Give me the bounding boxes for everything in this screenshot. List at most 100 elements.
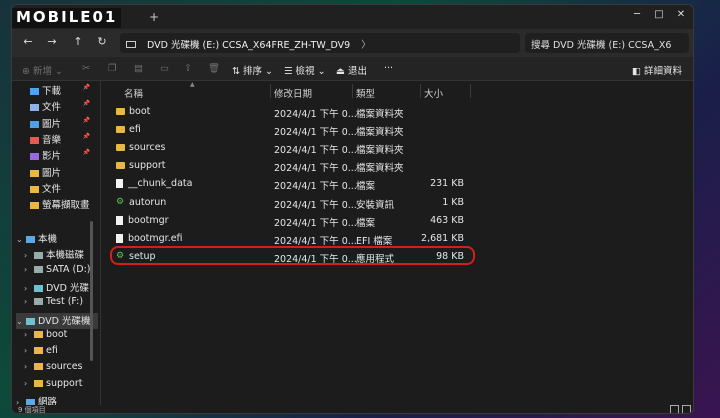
sidebar-item-quick[interactable]: 下載 📌 <box>30 83 90 99</box>
copy-icon[interactable]: ❐ <box>108 63 117 74</box>
column-separator[interactable] <box>470 84 471 98</box>
chevron-right-icon[interactable]: › <box>24 379 34 388</box>
rename-icon[interactable]: ▭ <box>160 63 169 74</box>
sidebar-tree-item[interactable]: › SATA (D:) <box>24 264 98 280</box>
chevron-right-icon[interactable]: 〉 <box>361 40 371 51</box>
delete-icon[interactable]: 🗑 <box>208 63 220 74</box>
refresh-icon[interactable]: ↻ <box>94 35 110 48</box>
sidebar-tree-item[interactable]: › support <box>24 378 98 394</box>
chevron-right-icon[interactable]: › <box>24 297 34 306</box>
column-header-date[interactable]: 修改日期 <box>274 86 312 100</box>
chevron-right-icon[interactable]: › <box>16 398 26 405</box>
details-view-icon[interactable] <box>670 405 679 413</box>
details-pane-button[interactable]: ◧ 詳細資料 <box>632 63 682 77</box>
view-icon: ☰ <box>284 66 293 77</box>
file-name: efi <box>129 124 141 136</box>
file-name: sources <box>129 142 166 154</box>
column-separator[interactable] <box>420 84 421 98</box>
cut-icon[interactable]: ✂ <box>82 63 90 74</box>
eject-icon: ⏏ <box>336 66 345 77</box>
folder-icon <box>30 202 39 210</box>
pin-icon[interactable]: 📌 <box>83 149 90 156</box>
maximize-button[interactable]: □ <box>649 9 669 20</box>
file-row[interactable]: efi 2024/4/1 下午 0... 檔案資料夾 <box>102 121 693 139</box>
file-row[interactable]: ⚙ setup 2024/4/1 下午 0... 應用程式 98 KB <box>102 248 693 266</box>
file-name-cell[interactable]: boot <box>116 106 150 117</box>
file-name-cell[interactable]: sources <box>116 142 166 153</box>
sidebar-tree-item[interactable]: › efi <box>24 345 98 361</box>
address-path[interactable]: DVD 光碟機 (E:) CCSA_X64FRE_ZH-TW_DV9 <box>147 40 350 51</box>
sidebar-tree-item[interactable]: › boot <box>24 329 98 345</box>
file-name-cell[interactable]: __chunk_data <box>116 178 192 189</box>
file-name-cell[interactable]: bootmgr.efi <box>116 233 183 244</box>
column-header-name[interactable]: 名稱 <box>124 86 143 100</box>
back-icon[interactable]: ← <box>20 35 36 48</box>
up-icon[interactable]: ↑ <box>70 35 86 48</box>
eject-button[interactable]: ⏏ 退出 <box>336 63 367 77</box>
sidebar-item-quick[interactable]: 文件 <box>30 181 90 197</box>
new-button[interactable]: ⊕ 新增 ⌄ <box>22 63 63 77</box>
sidebar-item-quick[interactable]: 圖片 <box>30 165 90 181</box>
file-date: 2024/4/1 下午 0... <box>274 145 357 157</box>
file-row[interactable]: bootmgr.efi 2024/4/1 下午 0... EFI 檔案 2,681 K… <box>102 230 693 248</box>
file-name-cell[interactable]: support <box>116 160 165 171</box>
file-row[interactable]: sources 2024/4/1 下午 0... 檔案資料夾 <box>102 139 693 157</box>
file-row[interactable]: bootmgr 2024/4/1 下午 0... 檔案 463 KB <box>102 212 693 230</box>
pin-icon[interactable]: 📌 <box>83 117 90 124</box>
paste-icon[interactable]: ▤ <box>134 63 143 74</box>
pin-icon[interactable]: 📌 <box>83 133 90 140</box>
chevron-right-icon[interactable]: › <box>24 251 34 260</box>
file-name-cell[interactable]: efi <box>116 124 141 135</box>
sidebar-item-quick[interactable]: 文件 📌 <box>30 99 90 115</box>
chevron-right-icon[interactable]: › <box>24 265 34 274</box>
sidebar-item-quick[interactable]: 音樂 📌 <box>30 132 90 148</box>
file-type: 檔案 <box>356 181 376 193</box>
pane-divider[interactable] <box>100 81 101 405</box>
forward-icon[interactable]: → <box>44 35 60 48</box>
file-row[interactable]: __chunk_data 2024/4/1 下午 0... 檔案 231 KB <box>102 175 693 193</box>
file-size: 463 KB <box>430 214 464 226</box>
sidebar-tree-label: Test (F:) <box>46 296 84 308</box>
sidebar-tree-item[interactable]: › sources <box>24 361 98 377</box>
search-input[interactable]: 搜尋 DVD 光碟機 (E:) CCSA_X6 <box>525 33 689 53</box>
file-row[interactable]: boot 2024/4/1 下午 0... 檔案資料夾 <box>102 103 693 121</box>
chevron-right-icon[interactable]: › <box>24 330 34 339</box>
file-name-cell[interactable]: ⚙ setup <box>116 251 156 262</box>
share-icon[interactable]: ⇪ <box>184 63 192 74</box>
pin-icon[interactable]: 📌 <box>83 100 90 107</box>
chevron-right-icon[interactable]: › <box>24 362 34 371</box>
column-separator[interactable] <box>270 84 271 98</box>
sort-button[interactable]: ⇅ 排序 ⌄ <box>232 63 273 77</box>
sidebar-item-quick[interactable]: 螢幕擷取畫 <box>30 197 90 213</box>
scroll-up-icon[interactable]: ▲ <box>190 81 195 88</box>
file-row[interactable]: support 2024/4/1 下午 0... 檔案資料夾 <box>102 157 693 175</box>
column-separator[interactable] <box>352 84 353 98</box>
sidebar-item-quick[interactable]: 圖片 📌 <box>30 116 90 132</box>
sidebar-tree-item[interactable]: › 本機磁碟 <box>24 247 98 263</box>
sidebar-tree-item[interactable]: ⌄ 本機 <box>16 231 98 247</box>
column-header-type[interactable]: 類型 <box>356 86 375 100</box>
sidebar-scrollbar[interactable] <box>90 221 93 361</box>
file-name-cell[interactable]: bootmgr <box>116 215 169 226</box>
sidebar-tree-label: boot <box>46 328 68 340</box>
sidebar-tree-item[interactable]: › DVD 光碟 <box>24 280 98 296</box>
tiles-view-icon[interactable] <box>682 405 691 413</box>
close-button[interactable]: ✕ <box>671 9 691 20</box>
address-bar[interactable]: DVD 光碟機 (E:) CCSA_X64FRE_ZH-TW_DV9 〉 <box>120 33 520 53</box>
chevron-right-icon[interactable]: › <box>24 346 34 355</box>
file-row[interactable]: ⚙ autorun 2024/4/1 下午 0... 安裝資訊 1 KB <box>102 194 693 212</box>
chevron-right-icon[interactable]: › <box>24 284 34 293</box>
pin-icon[interactable]: 📌 <box>83 84 90 91</box>
chevron-down-icon[interactable]: ⌄ <box>16 317 26 326</box>
minimize-button[interactable]: ─ <box>627 9 647 20</box>
new-tab-button[interactable]: + <box>149 10 159 24</box>
more-options-button[interactable]: ··· <box>384 63 393 74</box>
chevron-down-icon[interactable]: ⌄ <box>16 235 26 244</box>
sidebar-item-quick[interactable]: 影片 📌 <box>30 148 90 164</box>
sidebar-tree-item[interactable]: › Test (F:) <box>24 296 98 312</box>
sidebar-tree-item[interactable]: › 網路 <box>16 394 98 405</box>
column-header-size[interactable]: 大小 <box>424 86 443 100</box>
sidebar-tree-item[interactable]: ⌄ DVD 光碟機 <box>16 312 98 329</box>
view-button[interactable]: ☰ 檢視 ⌄ <box>284 63 326 77</box>
file-name-cell[interactable]: ⚙ autorun <box>116 197 166 208</box>
